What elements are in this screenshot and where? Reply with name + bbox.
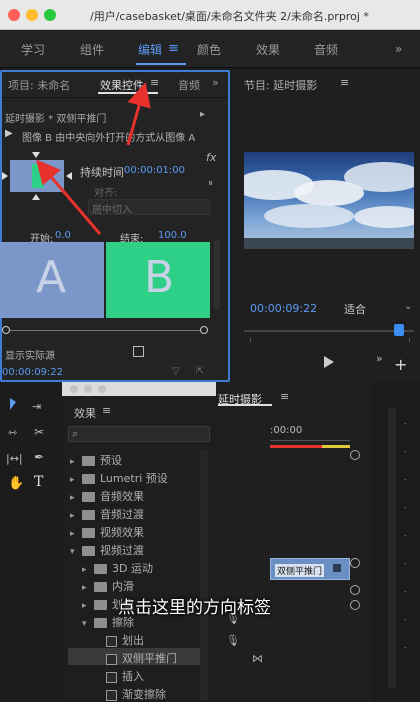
annotation-arrow-to-direction: [36, 159, 102, 235]
annotation-arrow-to-tab: [126, 82, 151, 146]
tutorial-caption: 点击这里的方向标签: [118, 598, 271, 618]
